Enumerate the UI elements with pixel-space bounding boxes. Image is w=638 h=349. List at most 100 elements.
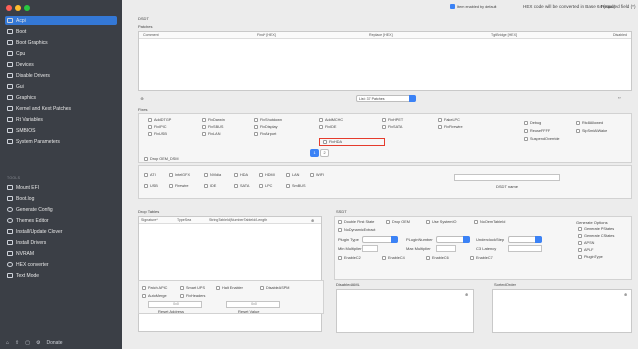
fix-checkbox[interactable]: FixDisplay <box>254 125 278 129</box>
fix-checkbox[interactable]: FixUSB <box>148 132 167 136</box>
fix-checkbox[interactable]: FixAirport <box>254 132 276 136</box>
rtc8allowed-checkbox[interactable]: Rtc8Allowed <box>576 121 603 125</box>
fix-checkbox[interactable]: FixFirewire <box>438 125 463 129</box>
device-checkbox[interactable]: IntelGFX <box>169 173 190 177</box>
sidebar-item-kernel-kext-patches[interactable]: Kernel and Kext Patches <box>5 104 117 113</box>
sidebar-item-rt-variables[interactable]: Rt Variables <box>5 115 117 124</box>
device-checkbox[interactable]: LPC <box>259 184 272 188</box>
sidebar-item-install-update-clover[interactable]: Install/Update Clover <box>5 227 117 236</box>
underclock-select[interactable] <box>508 236 542 243</box>
sidebar-item-acpi[interactable]: Acpi <box>5 16 117 25</box>
sorted-order-table[interactable] <box>492 289 632 333</box>
fix-checkbox-highlighted[interactable]: FixHDA <box>319 138 385 146</box>
add-sorted-order-icon[interactable]: ⊕ <box>624 292 627 297</box>
fix-checkbox[interactable]: FixSATA <box>382 125 402 129</box>
suspendoverride-checkbox[interactable]: SuspendOverride <box>524 137 560 141</box>
automerge-checkbox[interactable]: AutoMerge <box>142 294 167 298</box>
fixes-page-1-button[interactable]: 1 <box>310 149 319 157</box>
device-checkbox[interactable]: NVidia <box>204 173 221 177</box>
fix-checkbox[interactable]: AddMCHC <box>319 118 343 122</box>
fix-checkbox[interactable]: FixIPIC <box>148 125 166 129</box>
sidebar-item-nvram[interactable]: NVRAM <box>5 249 117 258</box>
sidebar-item-mount-efi[interactable]: Mount EFI <box>5 183 117 192</box>
max-multiplier-input[interactable] <box>436 245 456 252</box>
sidebar-item-boot-graphics[interactable]: Boot Graphics <box>5 38 117 47</box>
sidebar-item-boot[interactable]: Boot <box>5 27 117 36</box>
device-checkbox[interactable]: WIFI <box>310 173 324 177</box>
sidebar-item-boot-log[interactable]: Boot.log <box>5 194 117 203</box>
ssdt-option-checkbox[interactable]: Drop OEM <box>386 220 410 224</box>
sidebar-item-hex-converter[interactable]: HEX converter <box>5 260 117 269</box>
item-enabled-default-checkbox[interactable]: Item enabled by default <box>450 4 496 9</box>
sidebar-item-themes-editor[interactable]: Themes Editor <box>5 216 117 225</box>
column-tgtbridge[interactable]: TgtBridge [HEX] <box>491 33 517 37</box>
enable-c-checkbox[interactable]: EnableC4 <box>382 256 405 260</box>
drop-oem-dsm-checkbox[interactable]: Drop OEM_DSM <box>144 157 178 161</box>
resize-handle-icon[interactable]: ‹› <box>618 95 621 100</box>
add-patch-button[interactable]: ⊕ <box>138 95 146 101</box>
debug-checkbox[interactable]: Debug <box>524 121 541 125</box>
generate-checkbox[interactable]: PluginType <box>578 255 603 259</box>
column-find[interactable]: Find* [HEX] <box>257 33 276 37</box>
ssdt-option-checkbox[interactable]: NoDynamicExtract <box>338 228 375 232</box>
settings-icon[interactable]: ⚙ <box>36 340 40 346</box>
column-replace[interactable]: Replace [HEX] <box>369 33 393 37</box>
sidebar-item-install-drivers[interactable]: Install Drivers <box>5 238 117 247</box>
fix-checkbox[interactable]: FixHPET <box>382 118 403 122</box>
patch-apic-checkbox[interactable]: Patch APIC <box>142 286 167 290</box>
device-checkbox[interactable]: SmBUS <box>286 184 306 188</box>
fix-checkbox[interactable]: FixIDE <box>319 125 336 129</box>
pluginnumber-select[interactable] <box>436 236 470 243</box>
minimize-window-button[interactable] <box>15 5 21 11</box>
sidebar-item-generate-config[interactable]: Generate Config <box>5 205 117 214</box>
fix-checkbox[interactable]: AddDTGP <box>148 118 171 122</box>
disabled-aml-table[interactable] <box>336 289 474 333</box>
c3-latency-input[interactable] <box>508 245 542 252</box>
generate-checkbox[interactable]: Generate PStates <box>578 227 614 231</box>
reset-address-input[interactable]: 0x0 <box>148 301 202 308</box>
dsdt-name-input[interactable] <box>454 174 560 181</box>
enable-c-checkbox[interactable]: EnableC7 <box>470 256 493 260</box>
sidebar-item-gui[interactable]: Gui <box>5 82 117 91</box>
donate-link[interactable]: Donate <box>46 340 62 346</box>
sidebar-item-text-mode[interactable]: Text Mode <box>5 271 117 280</box>
fix-checkbox[interactable]: FixSBUS <box>202 125 223 129</box>
generate-checkbox[interactable]: APSN <box>578 241 594 245</box>
sidebar-item-devices[interactable]: Devices <box>5 60 117 69</box>
zoom-window-button[interactable] <box>24 5 30 11</box>
ssdt-option-checkbox[interactable]: Double First State <box>338 220 374 224</box>
column-comment[interactable]: Comment <box>143 33 159 37</box>
plugin-type-select[interactable] <box>362 236 398 243</box>
ssdt-option-checkbox[interactable]: Use SystemIO <box>426 220 456 224</box>
fixheaders-checkbox[interactable]: FixHeaders <box>180 294 205 298</box>
fix-checkbox[interactable]: FixDarwin <box>202 118 225 122</box>
reset-value-input[interactable]: 0x0 <box>226 301 280 308</box>
device-checkbox[interactable]: HDMI <box>259 173 275 177</box>
add-drop-table-icon[interactable]: ⊕ <box>311 218 314 223</box>
fix-checkbox[interactable]: FixLAN <box>202 132 220 136</box>
sidebar-item-system-parameters[interactable]: System Parameters <box>5 137 117 146</box>
device-checkbox[interactable]: USB <box>144 184 158 188</box>
share-icon[interactable]: ⇧ <box>15 340 19 346</box>
device-checkbox[interactable]: SATA <box>234 184 249 188</box>
enable-c-checkbox[interactable]: EnableC2 <box>338 256 361 260</box>
slpsmiatwake-checkbox[interactable]: SlpSmiAtWake <box>576 129 607 133</box>
save-icon[interactable]: ▢ <box>25 340 30 346</box>
column-signature[interactable]: Signature* <box>141 218 158 222</box>
sidebar-item-disable-drivers[interactable]: Disable Drivers <box>5 71 117 80</box>
halt-enabler-checkbox[interactable]: Halt Enabler <box>216 286 243 290</box>
device-checkbox[interactable]: IDE <box>204 184 216 188</box>
sidebar-item-smbios[interactable]: SMBIOS <box>5 126 117 135</box>
reuseffff-checkbox[interactable]: ReuseFFFF <box>524 129 550 133</box>
device-checkbox[interactable]: LAN <box>286 173 299 177</box>
home-icon[interactable]: ⌂ <box>6 340 9 346</box>
column-typesea[interactable]: TypeSea <box>177 218 191 222</box>
device-checkbox[interactable]: Firewire <box>169 184 189 188</box>
close-window-button[interactable] <box>6 5 12 11</box>
column-disabled[interactable]: Disabled <box>613 33 627 37</box>
smart-ups-checkbox[interactable]: Smart UPS <box>180 286 205 290</box>
device-checkbox[interactable]: ATI <box>144 173 156 177</box>
sidebar-item-graphics[interactable]: Graphics <box>5 93 117 102</box>
ssdt-option-checkbox[interactable]: NoOemTableId <box>474 220 505 224</box>
fixes-page-2-button[interactable]: 2 <box>320 149 329 157</box>
